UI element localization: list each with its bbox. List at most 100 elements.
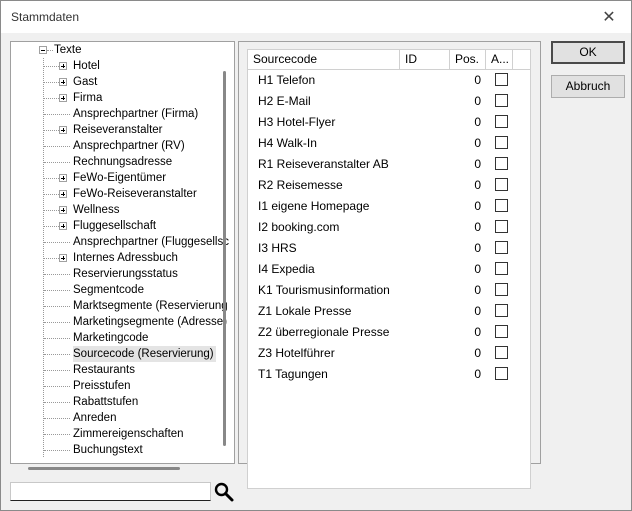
cancel-button[interactable]: Abbruch: [551, 75, 625, 98]
table-row[interactable]: I1 eigene Homepage 0: [248, 196, 530, 217]
search-icon[interactable]: [213, 481, 235, 503]
expand-icon[interactable]: [59, 126, 67, 134]
collapse-icon[interactable]: [39, 46, 47, 54]
table-row[interactable]: Z3 Hotelführer 0: [248, 343, 530, 364]
category-tree[interactable]: Texte Hotel Gast Firma Ansprechpartner (Fir…: [10, 41, 235, 464]
tree-connector: [44, 450, 70, 451]
col-header-sourcecode[interactable]: Sourcecode: [248, 50, 400, 69]
tree-item[interactable]: Rechnungsadresse: [73, 154, 174, 170]
search-input[interactable]: [10, 482, 211, 501]
cell-pos: 0: [474, 241, 481, 255]
expand-icon[interactable]: [59, 94, 67, 102]
tree-item[interactable]: Zimmereigenschaften: [73, 426, 186, 442]
active-checkbox[interactable]: [495, 325, 508, 338]
tree-item[interactable]: Marketingsegmente (Adresse): [73, 314, 229, 330]
active-checkbox[interactable]: [495, 178, 508, 191]
table-row[interactable]: I3 HRS 0: [248, 238, 530, 259]
tree-item[interactable]: FeWo-Eigentümer: [73, 170, 168, 186]
tree-item[interactable]: Ansprechpartner (RV): [73, 138, 187, 154]
tree-item[interactable]: Ansprechpartner (Fluggesellsc: [73, 234, 231, 250]
cell-sourcecode: I3 HRS: [258, 241, 297, 255]
tree-connector: [44, 434, 70, 435]
tree-item[interactable]: Sourcecode (Reservierung): [73, 346, 216, 362]
tree-item[interactable]: FeWo-Reiseveranstalter: [73, 186, 199, 202]
active-checkbox[interactable]: [495, 157, 508, 170]
table-row[interactable]: R1 Reiseveranstalter AB 0: [248, 154, 530, 175]
tree-connector: [44, 98, 59, 99]
active-checkbox[interactable]: [495, 346, 508, 359]
tree-item[interactable]: Anreden: [73, 410, 118, 426]
tree-connector: [44, 66, 59, 67]
tree-item[interactable]: Buchungstext: [73, 442, 145, 458]
tree-item[interactable]: Reiseveranstalter: [73, 122, 164, 138]
active-checkbox[interactable]: [495, 199, 508, 212]
tree-item[interactable]: Marketingcode: [73, 330, 150, 346]
active-checkbox[interactable]: [495, 304, 508, 317]
tree-item[interactable]: Marktsegmente (Reservierung: [73, 298, 230, 314]
table-row[interactable]: T1 Tagungen 0: [248, 364, 530, 385]
tree-connector: [47, 50, 53, 51]
active-checkbox[interactable]: [495, 136, 508, 149]
active-checkbox[interactable]: [495, 262, 508, 275]
tree-item[interactable]: Reservierungsstatus: [73, 266, 180, 282]
active-checkbox[interactable]: [495, 73, 508, 86]
tree-item[interactable]: Gast: [73, 74, 99, 90]
tree-item[interactable]: Fluggesellschaft: [73, 218, 158, 234]
expand-icon[interactable]: [59, 190, 67, 198]
cell-pos: 0: [474, 325, 481, 339]
col-header-id[interactable]: ID: [400, 50, 450, 69]
table-row[interactable]: H2 E-Mail 0: [248, 91, 530, 112]
tree-item[interactable]: Firma: [73, 90, 104, 106]
table-row[interactable]: Z1 Lokale Presse 0: [248, 301, 530, 322]
expand-icon[interactable]: [59, 206, 67, 214]
col-header-pos[interactable]: Pos.: [450, 50, 486, 69]
active-checkbox[interactable]: [495, 283, 508, 296]
table-row[interactable]: I4 Expedia 0: [248, 259, 530, 280]
tree-vertical-scrollbar[interactable]: [223, 71, 226, 446]
expand-icon[interactable]: [59, 222, 67, 230]
table-row[interactable]: H4 Walk-In 0: [248, 133, 530, 154]
cell-sourcecode: T1 Tagungen: [258, 367, 328, 381]
active-checkbox[interactable]: [495, 241, 508, 254]
active-checkbox[interactable]: [495, 367, 508, 380]
cell-sourcecode: Z1 Lokale Presse: [258, 304, 352, 318]
col-header-active[interactable]: A...: [486, 50, 513, 69]
table-row[interactable]: I2 booking.com 0: [248, 217, 530, 238]
tree-item[interactable]: Preisstufen: [73, 378, 133, 394]
active-checkbox[interactable]: [495, 94, 508, 107]
ok-button[interactable]: OK: [551, 41, 625, 64]
tree-item[interactable]: Segmentcode: [73, 282, 146, 298]
tree-connector: [44, 226, 59, 227]
cell-sourcecode: H1 Telefon: [258, 73, 316, 87]
tree-connector: [44, 354, 70, 355]
tree-item[interactable]: Internes Adressbuch: [73, 250, 180, 266]
table-row[interactable]: H1 Telefon 0: [248, 70, 530, 91]
table-row[interactable]: R2 Reisemesse 0: [248, 175, 530, 196]
tree-item[interactable]: Rabattstufen: [73, 394, 140, 410]
active-checkbox[interactable]: [495, 220, 508, 233]
tree-connector: [44, 178, 59, 179]
expand-icon[interactable]: [59, 78, 67, 86]
tree-item[interactable]: Hotel: [73, 58, 102, 74]
active-checkbox[interactable]: [495, 115, 508, 128]
tree-horizontal-scrollbar[interactable]: [28, 467, 180, 470]
cell-pos: 0: [474, 304, 481, 318]
expand-icon[interactable]: [59, 62, 67, 70]
tree-item[interactable]: Wellness: [73, 202, 121, 218]
tree-item[interactable]: Restaurants: [73, 362, 137, 378]
cell-sourcecode: H4 Walk-In: [258, 136, 317, 150]
cell-pos: 0: [474, 220, 481, 234]
tree-connector: [44, 290, 70, 291]
cell-sourcecode: Z2 überregionale Presse: [258, 325, 390, 339]
close-icon[interactable]: ✕: [595, 5, 623, 29]
tree-item-texte[interactable]: Texte: [54, 42, 82, 58]
cell-pos: 0: [474, 94, 481, 108]
table-row[interactable]: K1 Tourismusinformation 0: [248, 280, 530, 301]
expand-icon[interactable]: [59, 174, 67, 182]
sourcecode-grid: Sourcecode ID Pos. A... H1 Telefon 0 H2 E-…: [247, 49, 531, 489]
tree-item[interactable]: Ansprechpartner (Firma): [73, 106, 200, 122]
table-row[interactable]: Z2 überregionale Presse 0: [248, 322, 530, 343]
expand-icon[interactable]: [59, 254, 67, 262]
cell-sourcecode: H2 E-Mail: [258, 94, 311, 108]
table-row[interactable]: H3 Hotel-Flyer 0: [248, 112, 530, 133]
